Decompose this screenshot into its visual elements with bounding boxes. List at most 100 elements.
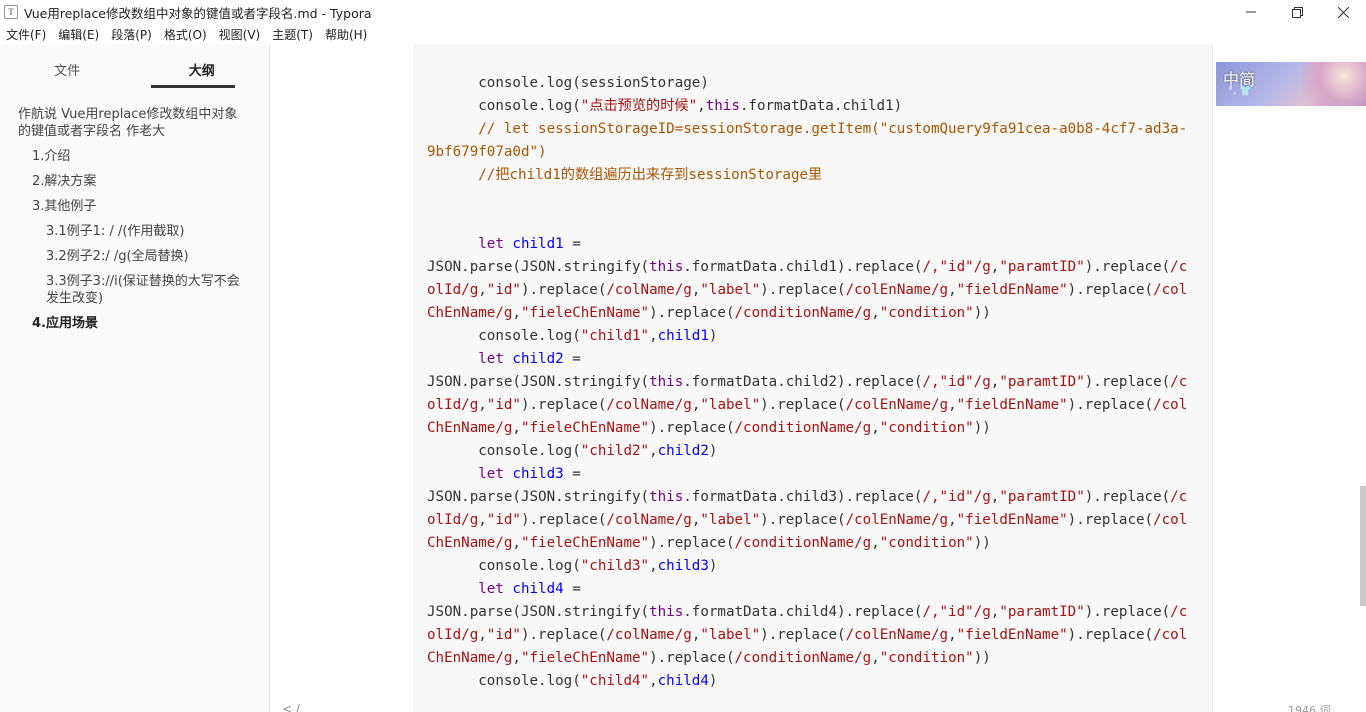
code-token: ChEnName/g (427, 650, 513, 666)
tab-outline[interactable]: 大纲 (135, 44, 270, 88)
code-token: /colName/g (606, 282, 692, 298)
code-token: , (478, 512, 487, 528)
code-token: ) (708, 328, 718, 344)
outline-item[interactable]: 2.解决方案 (0, 173, 269, 190)
outline-item[interactable]: 3.2例子2:/ /g(全局替换) (0, 248, 269, 265)
code-token: /c (1170, 489, 1188, 505)
menu-item[interactable]: 文件(F) (6, 26, 46, 43)
code-line: //把child1的数组遍历出来存到sessionStorage里 (427, 164, 1187, 187)
code-line: ChEnName/g,"fieleChEnName").replace(/con… (427, 647, 1187, 670)
code-token: .formatData.child2).replace( (683, 374, 923, 390)
code-token: let (478, 351, 504, 367)
close-button[interactable] (1320, 0, 1366, 24)
outline-item[interactable]: 作航说 Vue用replace修改数组中对象的键值或者字段名 作老大 (0, 106, 269, 140)
code-token: .formatData.child1).replace( (683, 259, 923, 275)
code-line: ChEnName/g,"fieleChEnName").replace(/con… (427, 302, 1187, 325)
code-token: console.log( (427, 443, 581, 459)
code-line: JSON.parse(JSON.stringify(this.formatDat… (427, 486, 1187, 509)
code-token: , (512, 305, 521, 321)
scrollbar-thumb[interactable] (1360, 486, 1366, 606)
code-token: "fieleChEnName" (520, 535, 650, 551)
menu-item[interactable]: 编辑(E) (58, 26, 99, 43)
code-token: "id" (486, 282, 521, 298)
code-token: olId/g (427, 512, 479, 528)
code-token: ).replace( (520, 282, 607, 298)
code-line: console.log(sessionStorage) (427, 72, 1187, 95)
code-token: //把child1的数组遍历出来存到sessionStorage里 (427, 167, 823, 183)
code-token: /colName/g (606, 397, 692, 413)
code-token: this (649, 489, 684, 505)
code-token: "id" (486, 512, 521, 528)
code-token: "label" (700, 512, 761, 528)
tab-files[interactable]: 文件 (0, 44, 135, 88)
code-token: child1 (657, 328, 709, 344)
code-line: let child4 = (427, 578, 1187, 601)
code-token: , (948, 397, 957, 413)
code-token: , (871, 650, 880, 666)
code-token: "paramtID" (999, 604, 1085, 620)
code-token: , (478, 397, 487, 413)
code-token: /colName/g (606, 512, 692, 528)
minimize-icon (1246, 11, 1256, 13)
code-token: ).replace( (520, 397, 607, 413)
menu-item[interactable]: 视图(V) (219, 26, 261, 43)
code-token: ).replace( (1067, 627, 1154, 643)
code-token: , (871, 535, 880, 551)
outline-item[interactable]: 3.3例子3://i(保证替换的大写不会发生改变) (0, 273, 269, 307)
code-token: child3 (657, 558, 709, 574)
typora-app-icon: T (4, 5, 18, 19)
outline-item[interactable]: 1.介绍 (0, 148, 269, 165)
editor-area[interactable]: console.log(sessionStorage) console.log(… (271, 44, 1361, 712)
code-token: console.log( (427, 98, 581, 114)
vertical-scrollbar[interactable] (1360, 44, 1366, 712)
code-token: )) (973, 535, 991, 551)
maximize-button[interactable] (1274, 0, 1320, 24)
code-line: JSON.parse(JSON.stringify(this.formatDat… (427, 371, 1187, 394)
code-token: /,"id"/g (922, 374, 991, 390)
code-line: JSON.parse(JSON.stringify(this.formatDat… (427, 601, 1187, 624)
outline-item[interactable]: 3.1例子1: / /(作用截取) (0, 223, 269, 240)
code-token: ) (708, 443, 718, 459)
code-token: = (563, 351, 581, 367)
code-token: = (563, 581, 581, 597)
code-token: /,"id"/g (922, 259, 991, 275)
code-token: child3 (512, 466, 564, 482)
ime-status-icons[interactable]: °, 👕 (1228, 86, 1252, 97)
code-token: "label" (700, 282, 761, 298)
code-token: child2 (512, 351, 564, 367)
code-token: /c (1170, 604, 1188, 620)
code-line: let child3 = (427, 463, 1187, 486)
code-token: .formatData.child1) (739, 98, 903, 114)
code-line: ChEnName/g,"fieleChEnName").replace(/con… (427, 417, 1187, 440)
code-content[interactable]: console.log(sessionStorage) console.log(… (427, 72, 1187, 693)
code-token: this (705, 98, 740, 114)
code-token: , (649, 443, 658, 459)
menu-item[interactable]: 段落(P) (111, 26, 152, 43)
code-token: this (649, 374, 684, 390)
menu-item[interactable]: 主题(T) (272, 26, 313, 43)
menu-bar: 文件(F) 编辑(E) 段落(P) 格式(O) 视图(V) 主题(T) 帮助(H) (0, 24, 379, 44)
code-line: console.log("child3",child3) (427, 555, 1187, 578)
minimize-button[interactable] (1228, 0, 1274, 24)
code-line: console.log("点击预览的时候",this.formatData.ch… (427, 95, 1187, 118)
outline-item[interactable]: 4.应用场景 (0, 315, 269, 332)
menu-item[interactable]: 帮助(H) (325, 26, 367, 43)
nav-back-button[interactable]: < / (282, 702, 300, 712)
code-token: olId/g (427, 282, 479, 298)
code-token: let (478, 236, 504, 252)
code-token: , (948, 512, 957, 528)
code-token: ChEnName/g (427, 420, 513, 436)
word-count[interactable]: 1946 词 (1288, 702, 1331, 712)
ime-toolbar[interactable]: 中简 °, 👕 (1216, 62, 1366, 106)
code-token: "paramtID" (999, 374, 1085, 390)
menu-item[interactable]: 格式(O) (164, 26, 207, 43)
code-token: console.log( (427, 673, 581, 689)
code-block[interactable]: console.log(sessionStorage) console.log(… (414, 44, 1213, 712)
code-token: ).replace( (1084, 374, 1171, 390)
code-token: child1 (512, 236, 564, 252)
outline-item[interactable]: 3.其他例子 (0, 198, 269, 215)
code-token: "fieleChEnName" (520, 420, 650, 436)
code-token: JSON.parse(JSON.stringify( (427, 489, 650, 505)
